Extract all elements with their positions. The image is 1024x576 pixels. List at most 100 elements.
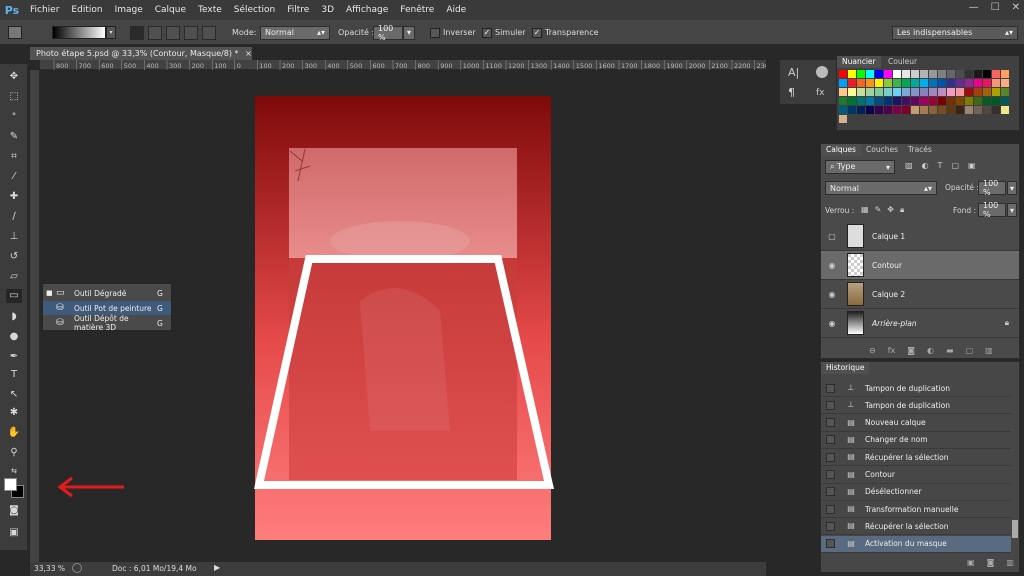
add-mask-icon[interactable]: ◙ [907, 346, 915, 355]
color-swatch[interactable] [920, 79, 928, 87]
history-brush-tool-icon[interactable]: ↺ [6, 250, 22, 264]
color-swatch[interactable] [857, 70, 865, 78]
blend-mode-select[interactable]: Normal ▴▾ [825, 181, 937, 195]
tab-nuancier[interactable]: Nuancier [837, 56, 881, 68]
crop-tool-icon[interactable]: ⌗ [6, 150, 22, 164]
gradient-picker[interactable]: ▾ [52, 25, 116, 40]
flyout-item-0[interactable]: ■ ▭ Outil Dégradé G [43, 286, 171, 300]
color-swatch[interactable] [992, 79, 1000, 87]
color-swatch[interactable] [902, 79, 910, 87]
menu-4[interactable]: Texte [192, 0, 228, 20]
color-swatch[interactable] [839, 97, 847, 105]
history-item[interactable]: ▤ Activation du masque [821, 535, 1011, 553]
blur-tool-icon[interactable]: ◗ [6, 310, 22, 324]
color-swatch[interactable] [992, 70, 1000, 78]
new-document-from-state-icon[interactable]: ▣ [967, 558, 975, 567]
color-swatch[interactable] [848, 97, 856, 105]
color-swatch[interactable] [911, 97, 919, 105]
color-swatch[interactable] [902, 97, 910, 105]
color-swatch[interactable] [893, 97, 901, 105]
delete-layer-icon[interactable]: ▥ [985, 346, 993, 355]
quick-selection-tool-icon[interactable]: ✎ [6, 130, 22, 144]
screen-mode-icon[interactable]: ▣ [6, 526, 22, 540]
color-swatch[interactable] [938, 106, 946, 114]
color-swatch[interactable] [875, 79, 883, 87]
color-swatch[interactable] [1001, 79, 1009, 87]
menu-5[interactable]: Sélection [228, 0, 281, 20]
color-swatch[interactable] [956, 70, 964, 78]
mode-select[interactable]: Normal ▴▾ [260, 25, 330, 40]
color-swatch[interactable] [911, 88, 919, 96]
inverser-checkbox[interactable]: Inverser [430, 25, 476, 40]
color-swatch[interactable] [875, 88, 883, 96]
menu-10[interactable]: Aide [440, 0, 472, 20]
history-scrollbar-thumb[interactable] [1012, 520, 1018, 538]
styles-panel-icon[interactable]: fx [816, 88, 825, 98]
history-item[interactable]: ⊥ Tampon de duplication [821, 397, 1011, 415]
color-swatch[interactable] [947, 70, 955, 78]
color-swatch[interactable] [884, 88, 892, 96]
history-brush-source-box[interactable] [826, 487, 835, 497]
filter-adjustment-icon[interactable]: ◐ [922, 161, 929, 170]
color-swatch[interactable] [974, 106, 982, 114]
color-swatch[interactable] [947, 97, 955, 105]
history-item[interactable]: ▤ Récupérer la sélection [821, 449, 1011, 467]
restore-button[interactable]: ☐ [991, 2, 1000, 13]
eye-icon[interactable]: ◉ [825, 319, 839, 328]
tab-couleur[interactable]: Couleur [883, 56, 922, 68]
history-brush-source-box[interactable] [826, 470, 835, 479]
flyout-item-2[interactable]: ⛁ Outil Dépôt de matière 3D G [43, 314, 171, 332]
color-swatch[interactable] [938, 97, 946, 105]
type-tool-icon[interactable]: T [6, 368, 22, 382]
color-swatch[interactable] [920, 88, 928, 96]
color-swatch[interactable] [929, 79, 937, 87]
color-swatch[interactable] [983, 79, 991, 87]
color-swatch[interactable] [974, 79, 982, 87]
menu-8[interactable]: Affichage [340, 0, 394, 20]
link-layers-icon[interactable]: ⊖ [869, 346, 876, 355]
new-layer-icon[interactable]: ▢ [966, 346, 974, 355]
history-brush-source-box[interactable] [826, 435, 835, 445]
reflected-gradient-button[interactable] [184, 25, 198, 40]
tab-traces[interactable]: Tracés [903, 144, 937, 156]
color-swatch[interactable] [884, 97, 892, 105]
lock-pixels-icon[interactable]: ✎ [875, 205, 882, 215]
color-swatch[interactable] [884, 106, 892, 114]
color-swatch[interactable] [884, 79, 892, 87]
layer-row[interactable]: ◉ Arrière-plan 🔒︎ [821, 309, 1019, 338]
history-item[interactable]: ▤ Transformation manuelle [821, 501, 1011, 519]
color-swatch[interactable] [983, 70, 991, 78]
color-swatch[interactable] [938, 88, 946, 96]
history-brush-source-box[interactable] [826, 383, 835, 393]
close-button[interactable]: ✕ [1012, 2, 1020, 13]
color-swatch[interactable] [992, 88, 1000, 96]
color-swatch[interactable] [866, 79, 874, 87]
color-swatch[interactable] [938, 70, 946, 78]
color-swatch[interactable] [893, 106, 901, 114]
history-brush-source-box[interactable] [826, 418, 835, 428]
dodge-tool-icon[interactable]: ● [6, 330, 22, 344]
foreground-color-swatch[interactable] [4, 478, 17, 491]
color-swatch[interactable] [884, 70, 892, 78]
color-swatch[interactable] [965, 97, 973, 105]
menu-0[interactable]: Fichier [24, 0, 65, 20]
color-swatch[interactable] [974, 97, 982, 105]
status-info-icon[interactable] [72, 563, 82, 573]
color-swatch[interactable] [956, 97, 964, 105]
menu-3[interactable]: Calque [149, 0, 192, 20]
color-swatch[interactable] [911, 79, 919, 87]
color-swatch[interactable] [920, 106, 928, 114]
color-swatch[interactable] [902, 106, 910, 114]
color-swatch[interactable] [848, 106, 856, 114]
color-swatch[interactable] [929, 106, 937, 114]
history-brush-source-box[interactable] [826, 504, 835, 514]
menu-7[interactable]: 3D [315, 0, 340, 20]
eyedropper-tool-icon[interactable]: ⁄ [6, 170, 22, 184]
diamond-gradient-button[interactable] [202, 25, 216, 40]
new-group-icon[interactable]: ▬ [946, 346, 954, 355]
color-swatch[interactable] [947, 106, 955, 114]
menu-2[interactable]: Image [109, 0, 149, 20]
menu-1[interactable]: Edition [65, 0, 108, 20]
document-tab[interactable]: Photo étape 5.psd @ 33,3% (Contour, Masq… [30, 47, 252, 60]
angle-gradient-button[interactable] [166, 25, 180, 40]
